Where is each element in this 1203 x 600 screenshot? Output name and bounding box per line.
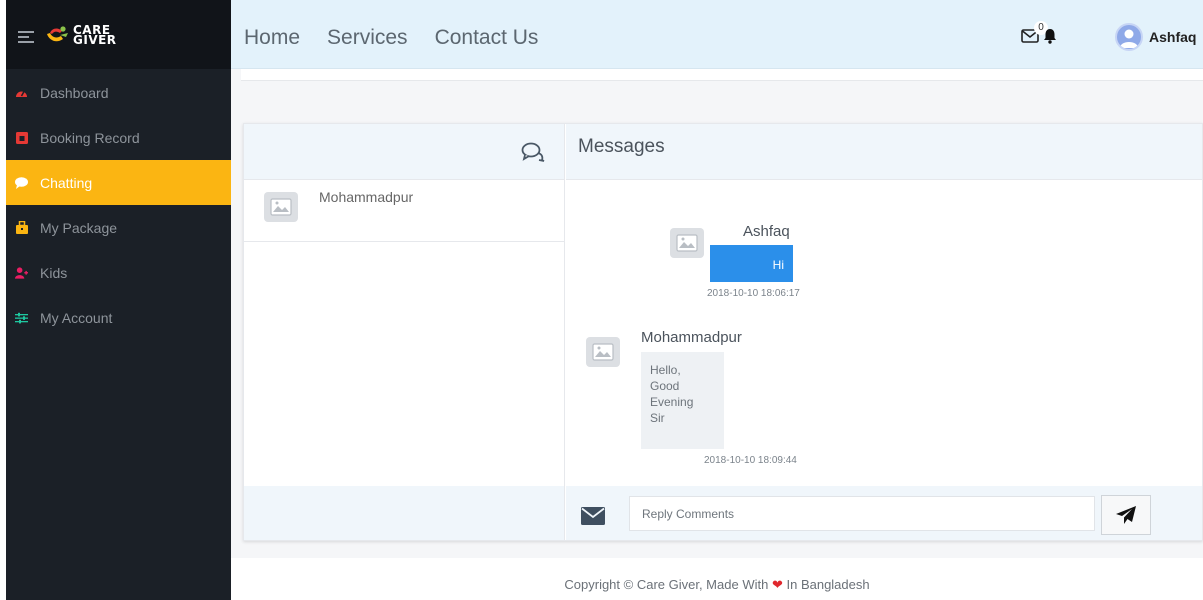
top-navbar: Home Services Contact Us 0 Ashfaq <box>231 0 1203 69</box>
hamburger-menu-icon[interactable] <box>18 31 34 43</box>
chat-panel: Mohammadpur Messages Ashfaq Hi 2018-10-1… <box>243 123 1203 541</box>
messages-column: Messages Ashfaq Hi 2018-10-10 18:06:17 M… <box>566 124 1202 540</box>
sidebar-item-label: Booking Record <box>40 129 140 146</box>
sidebar-item-label: Chatting <box>40 174 93 191</box>
nav-link-services[interactable]: Services <box>327 26 408 50</box>
comment-icon <box>15 176 28 189</box>
message-timestamp: 2018-10-10 18:09:44 <box>704 455 797 466</box>
sidebar-item-label: My Account <box>40 309 113 326</box>
sidebar-item-chatting[interactable]: Chatting <box>6 160 231 205</box>
message-bubble-received: Hello, Good Evening Sir <box>641 352 724 449</box>
sliders-icon <box>15 311 28 324</box>
send-button[interactable] <box>1101 495 1151 535</box>
calendar-icon <box>15 131 28 144</box>
sidebar-item-label: My Package <box>40 219 118 236</box>
paper-plane-icon <box>1116 506 1136 524</box>
content-top-strip <box>241 69 1203 81</box>
logo-text: CARE GIVER <box>73 23 117 47</box>
sidebar-item-label: Kids <box>40 264 68 281</box>
reply-comments-input[interactable] <box>629 496 1095 531</box>
user-plus-icon <box>15 266 28 279</box>
page-footer: Copyright © Care Giver, Made With ❤ In B… <box>231 558 1203 600</box>
message-sender-name: Mohammadpur <box>641 329 742 346</box>
footer-text-after: In Bangladesh <box>786 577 870 592</box>
sidebar-item-booking-record[interactable]: Booking Record <box>6 115 231 160</box>
logo-hands-icon <box>44 24 70 46</box>
heart-icon: ❤ <box>771 577 783 592</box>
message-bubble-sent: Hi <box>710 245 793 282</box>
contacts-header <box>244 124 564 180</box>
reply-bar <box>566 486 1202 540</box>
avatar[interactable] <box>1115 23 1143 51</box>
briefcase-icon <box>15 221 28 234</box>
top-nav-links: Home Services Contact Us <box>244 26 565 50</box>
image-placeholder-icon <box>586 337 620 367</box>
sidebar: CARE GIVER Dashboard Booking Record Chat… <box>0 0 231 600</box>
contact-name: Mohammadpur <box>319 189 414 205</box>
messages-dropdown[interactable]: 0 <box>1021 21 1048 45</box>
footer-text-before: Copyright © Care Giver, Made With <box>564 577 769 592</box>
contacts-column: Mohammadpur <box>244 124 565 540</box>
message-timestamp: 2018-10-10 18:06:17 <box>707 288 800 299</box>
nav-link-contact-us[interactable]: Contact Us <box>435 26 539 50</box>
envelope-icon <box>581 507 605 525</box>
contact-list-item[interactable]: Mohammadpur <box>244 180 564 242</box>
bell-icon[interactable] <box>1043 28 1057 44</box>
sidebar-item-kids[interactable]: Kids <box>6 250 231 295</box>
nav-link-home[interactable]: Home <box>244 26 300 50</box>
username[interactable]: Ashfaq <box>1149 29 1196 45</box>
image-placeholder-icon <box>670 228 704 258</box>
sidebar-item-my-account[interactable]: My Account <box>6 295 231 340</box>
sidebar-header: CARE GIVER <box>0 0 231 69</box>
tachometer-icon <box>15 86 28 99</box>
sidebar-item-my-package[interactable]: My Package <box>6 205 231 250</box>
sidebar-item-dashboard[interactable]: Dashboard <box>6 70 231 115</box>
messages-title: Messages <box>566 124 1202 180</box>
image-placeholder-icon <box>264 192 298 222</box>
contacts-footer <box>244 486 564 540</box>
sidebar-nav: Dashboard Booking Record Chatting My Pac… <box>6 70 231 340</box>
care-giver-logo[interactable]: CARE GIVER <box>44 24 117 46</box>
chat-bubbles-icon[interactable] <box>521 142 545 162</box>
message-sender-name: Ashfaq <box>743 223 790 240</box>
sidebar-item-label: Dashboard <box>40 84 109 101</box>
